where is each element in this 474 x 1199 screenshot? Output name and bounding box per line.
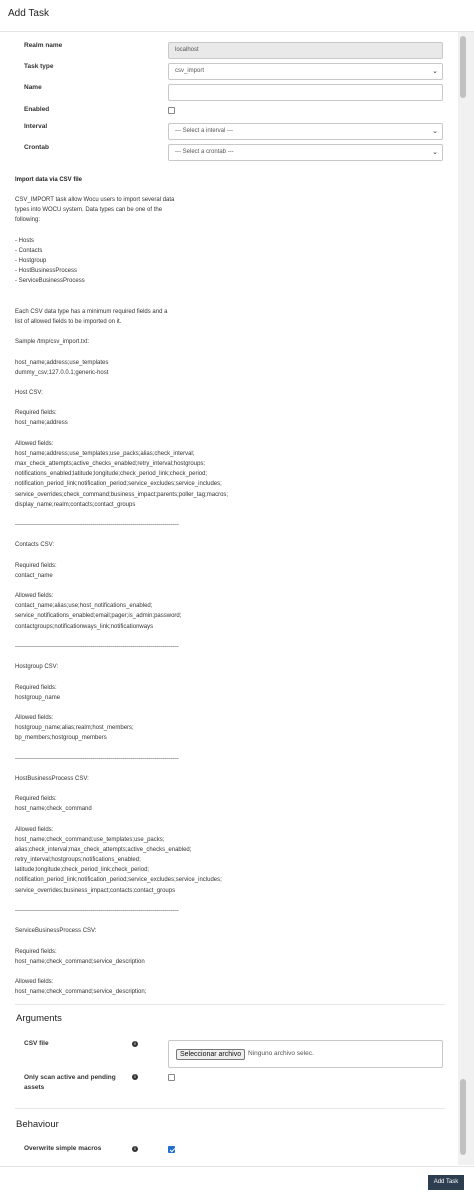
task-type-value: csv_import bbox=[175, 68, 205, 74]
chevron-down-icon: ⌄ bbox=[432, 128, 438, 135]
scan-checkbox[interactable] bbox=[168, 1074, 175, 1081]
modal-title: Add Task bbox=[8, 8, 49, 19]
chevron-down-icon: ⌄ bbox=[432, 68, 438, 75]
enabled-checkbox[interactable] bbox=[168, 107, 175, 114]
scrollbar-thumb[interactable] bbox=[460, 1079, 466, 1155]
add-task-modal: Add Task Realm name localhost Task type … bbox=[0, 0, 474, 1199]
doc-body: CSV_IMPORT task allow Wocu users to impo… bbox=[15, 197, 229, 996]
crontab-select[interactable]: --- Select a crontab --- ⌄ bbox=[168, 144, 443, 161]
info-icon: i bbox=[132, 1074, 138, 1080]
scan-label: Only scan active and pending assets bbox=[24, 1074, 116, 1091]
overwrite-label: Overwrite simple macros bbox=[24, 1145, 102, 1152]
crontab-value: --- Select a crontab --- bbox=[175, 149, 234, 155]
interval-select[interactable]: --- Select a interval --- ⌄ bbox=[168, 123, 443, 140]
info-icon: i bbox=[132, 1041, 138, 1047]
add-task-button[interactable]: Add Task bbox=[428, 1175, 464, 1190]
name-input[interactable] bbox=[168, 84, 443, 101]
realm-input: localhost bbox=[168, 42, 443, 59]
task-type-label: Task type bbox=[24, 63, 54, 70]
task-type-select[interactable]: csv_import ⌄ bbox=[168, 63, 443, 80]
name-label: Name bbox=[24, 84, 42, 91]
interval-value: --- Select a interval --- bbox=[175, 128, 234, 134]
enabled-label: Enabled bbox=[24, 106, 50, 113]
modal-header: Add Task bbox=[0, 0, 474, 32]
overwrite-checkbox[interactable] bbox=[168, 1146, 175, 1153]
modal-body[interactable]: Realm name localhost Task type csv_impor… bbox=[0, 32, 458, 1165]
divider bbox=[15, 1004, 445, 1005]
file-status: Ninguno archivo selec. bbox=[248, 1050, 314, 1057]
divider bbox=[15, 1108, 445, 1109]
info-icon: i bbox=[132, 1146, 138, 1152]
crontab-label: Crontab bbox=[24, 144, 49, 151]
choose-file-button[interactable]: Seleccionar archivo bbox=[176, 1049, 246, 1060]
csv-file-input[interactable]: Seleccionar archivo Ninguno archivo sele… bbox=[168, 1040, 443, 1068]
scrollbar-thumb[interactable] bbox=[460, 36, 466, 98]
csv-file-label: CSV file bbox=[24, 1040, 49, 1047]
doc-title: Import data via CSV file bbox=[15, 177, 83, 183]
interval-label: Interval bbox=[24, 123, 48, 130]
arguments-title: Arguments bbox=[16, 1013, 62, 1024]
realm-label: Realm name bbox=[24, 42, 63, 49]
chevron-down-icon: ⌄ bbox=[432, 149, 438, 156]
scrollbar[interactable] bbox=[458, 32, 474, 1165]
behaviour-title: Behaviour bbox=[16, 1119, 59, 1130]
modal-footer: Add Task bbox=[0, 1166, 474, 1199]
